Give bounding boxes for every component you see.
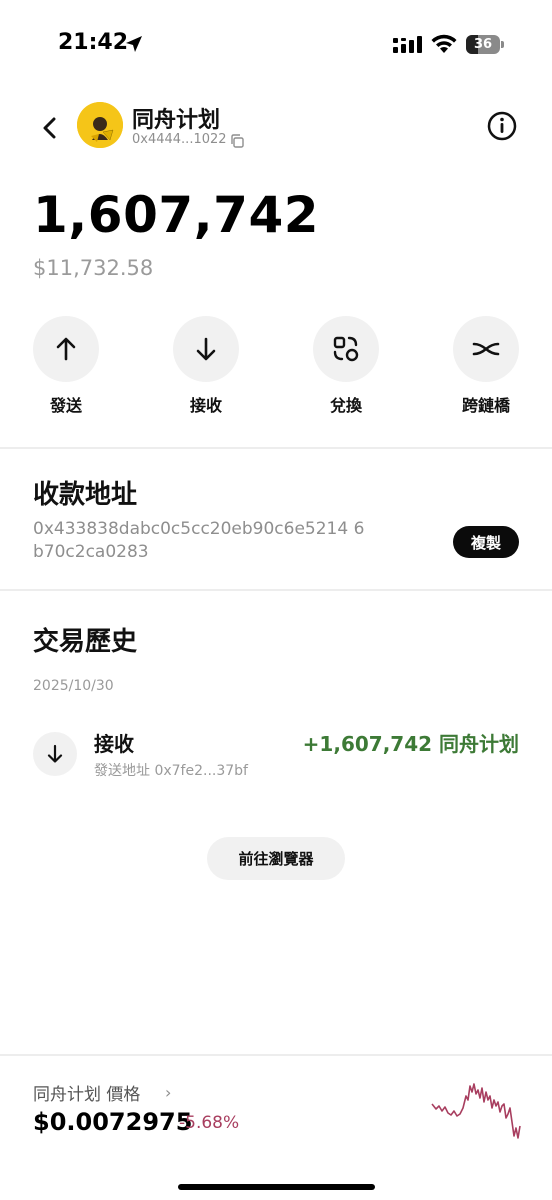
chevron-right-icon: › <box>165 1083 172 1102</box>
token-balance-usd: $11,732.58 <box>33 256 154 280</box>
copy-address-button[interactable]: 複製 <box>453 526 519 558</box>
price-bar[interactable]: 同舟计划 價格 › $0.0072975 -5.68% <box>0 1054 552 1200</box>
copy-icon[interactable] <box>230 134 244 148</box>
location-arrow-icon <box>126 36 142 52</box>
status-time: 21:42 <box>58 30 129 55</box>
status-bar: 21:42 36 <box>0 0 552 90</box>
info-icon[interactable] <box>486 110 518 142</box>
tx-receive-icon-wrap <box>33 732 77 776</box>
send-label: 發送 <box>49 396 82 415</box>
receive-address-title: 收款地址 <box>33 480 138 510</box>
back-button[interactable] <box>32 110 68 146</box>
transaction-row[interactable]: 接收 發送地址 0x7fe2...37bf +1,607,742 同舟计划 <box>0 720 552 790</box>
divider <box>0 447 552 449</box>
battery-percent: 36 <box>473 37 493 52</box>
home-indicator <box>178 1184 375 1190</box>
arrow-up-icon <box>56 337 76 361</box>
action-row: 發送 接收 兌換 跨鏈橋 <box>0 316 552 426</box>
swap-label: 兌換 <box>329 396 362 415</box>
tx-type: 接收 <box>94 732 134 756</box>
history-date: 2025/10/30 <box>33 678 114 694</box>
receive-button[interactable]: 接收 <box>156 316 256 416</box>
arrow-down-icon <box>47 744 63 763</box>
token-avatar <box>77 102 123 148</box>
bridge-icon <box>472 342 500 356</box>
token-address: 0x4444...1022 <box>132 132 227 147</box>
token-name: 同舟计划 <box>132 108 221 133</box>
battery-icon: 36 <box>466 35 504 54</box>
divider <box>0 589 552 591</box>
price-value: $0.0072975 <box>33 1108 193 1136</box>
token-balance: 1,607,742 <box>33 186 320 244</box>
arrow-down-icon <box>196 337 216 361</box>
receive-label: 接收 <box>189 396 222 415</box>
price-title: 同舟计划 價格 <box>33 1085 141 1105</box>
token-logo-icon <box>77 102 123 148</box>
tx-amount: +1,607,742 同舟计划 <box>302 732 519 756</box>
chevron-left-icon <box>43 117 56 139</box>
view-explorer-button[interactable]: 前往瀏覽器 <box>207 837 345 880</box>
wifi-icon <box>431 34 457 53</box>
swap-icon <box>333 336 359 362</box>
send-button[interactable]: 發送 <box>16 316 116 416</box>
swap-button[interactable]: 兌換 <box>296 316 396 416</box>
cellular-signal-icon <box>393 36 422 53</box>
bridge-label: 跨鏈橋 <box>461 396 510 415</box>
price-change: -5.68% <box>179 1113 240 1133</box>
bridge-button[interactable]: 跨鏈橋 <box>436 316 536 416</box>
price-sparkline <box>431 1083 521 1139</box>
token-header: 同舟计划 0x4444...1022 <box>0 96 552 158</box>
history-title: 交易歷史 <box>33 627 138 657</box>
tx-from-address: 發送地址 0x7fe2...37bf <box>94 763 248 779</box>
receive-address-value: 0x433838dabc0c5cc20eb90c6e5214 6b70c2ca0… <box>33 519 365 562</box>
